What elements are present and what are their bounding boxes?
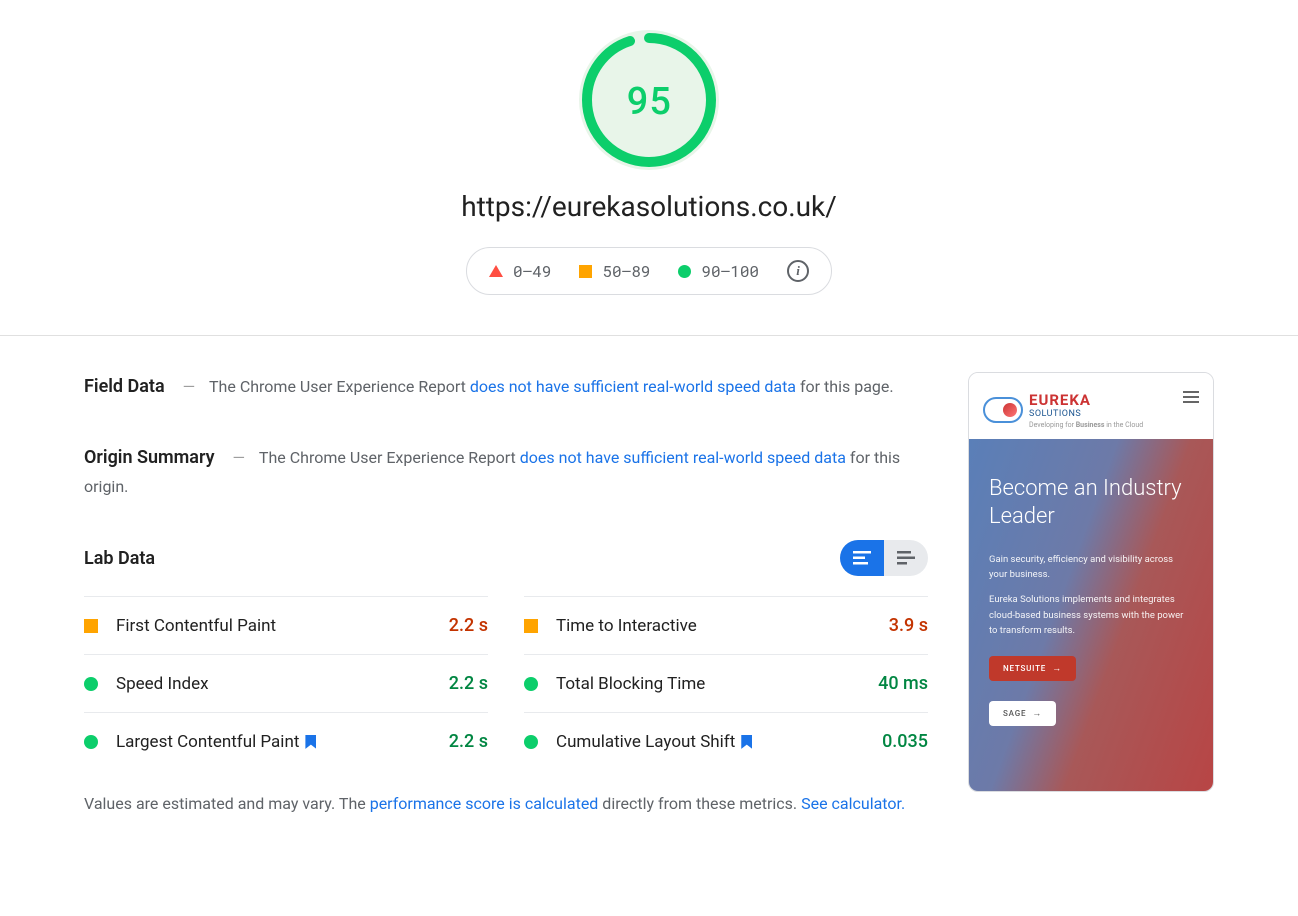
- view-toggle: [840, 540, 928, 576]
- screenshot-heading: Become an Industry Leader: [989, 475, 1193, 530]
- metric-value: 40 ms: [878, 673, 928, 694]
- metric-row[interactable]: First Contentful Paint2.2 s: [84, 596, 488, 654]
- score-value: 95: [579, 30, 719, 170]
- metric-row[interactable]: Total Blocking Time40 ms: [524, 654, 928, 712]
- score-gauge: 95: [579, 30, 719, 170]
- field-data-link[interactable]: does not have sufficient real-world spee…: [470, 377, 796, 396]
- metric-row[interactable]: Time to Interactive3.9 s: [524, 596, 928, 654]
- circle-icon: [678, 265, 691, 278]
- circle-icon: [524, 735, 538, 749]
- circle-icon: [524, 677, 538, 691]
- bookmark-icon: [741, 735, 752, 749]
- metric-row[interactable]: Cumulative Layout Shift 0.035: [524, 712, 928, 770]
- metric-name: Total Blocking Time: [556, 674, 878, 694]
- metric-name: First Contentful Paint: [116, 616, 449, 636]
- square-icon: [579, 265, 592, 278]
- screenshot-btn-netsuite: NETSUITE→: [989, 656, 1076, 681]
- bookmark-icon: [305, 735, 316, 749]
- origin-summary-link[interactable]: does not have sufficient real-world spee…: [520, 448, 846, 467]
- calc-link[interactable]: performance score is calculated: [370, 794, 599, 813]
- info-icon[interactable]: i: [787, 260, 809, 282]
- view-detail-button[interactable]: [884, 540, 928, 576]
- metric-value: 3.9 s: [889, 615, 928, 636]
- metrics-grid: First Contentful Paint2.2 sSpeed Index2.…: [84, 596, 928, 770]
- square-icon: [524, 619, 538, 633]
- metric-name: Speed Index: [116, 674, 449, 694]
- metric-name: Cumulative Layout Shift: [556, 732, 882, 752]
- origin-summary-title: Origin Summary: [84, 447, 215, 468]
- circle-icon: [84, 677, 98, 691]
- triangle-icon: [489, 265, 503, 277]
- legend-good: 90–100: [678, 261, 759, 282]
- field-data-section: Field Data — The Chrome User Experience …: [84, 372, 928, 403]
- square-icon: [84, 619, 98, 633]
- see-calculator-link[interactable]: See calculator.: [801, 794, 905, 813]
- bars-left-icon: [853, 551, 871, 565]
- metric-row[interactable]: Speed Index2.2 s: [84, 654, 488, 712]
- lab-footnote: Values are estimated and may vary. The p…: [84, 790, 928, 817]
- field-data-title: Field Data: [84, 376, 165, 397]
- legend-average: 50–89: [579, 261, 650, 282]
- score-header: 95 https://eurekasolutions.co.uk/ 0–49 5…: [0, 0, 1298, 336]
- origin-summary-section: Origin Summary — The Chrome User Experie…: [84, 443, 928, 501]
- metric-name: Time to Interactive: [556, 616, 889, 636]
- metric-name: Largest Contentful Paint: [116, 732, 449, 752]
- metric-row[interactable]: Largest Contentful Paint 2.2 s: [84, 712, 488, 770]
- screenshot-btn-sage: SAGE→: [989, 701, 1056, 726]
- tested-url: https://eurekasolutions.co.uk/: [0, 190, 1298, 223]
- view-summary-button[interactable]: [840, 540, 884, 576]
- metric-value: 2.2 s: [449, 615, 488, 636]
- screenshot-logo: EUREKA SOLUTIONS Developing for Business…: [983, 391, 1143, 429]
- metric-value: 2.2 s: [449, 731, 488, 752]
- hamburger-icon: [1183, 391, 1199, 403]
- page-screenshot: EUREKA SOLUTIONS Developing for Business…: [968, 372, 1214, 818]
- legend-poor: 0–49: [489, 261, 551, 282]
- circle-icon: [84, 735, 98, 749]
- metric-value: 2.2 s: [449, 673, 488, 694]
- lab-data-title: Lab Data: [84, 548, 155, 569]
- cloud-icon: [983, 397, 1023, 423]
- bars-right-icon: [897, 551, 915, 565]
- score-legend: 0–49 50–89 90–100 i: [466, 247, 832, 295]
- metric-value: 0.035: [882, 731, 928, 752]
